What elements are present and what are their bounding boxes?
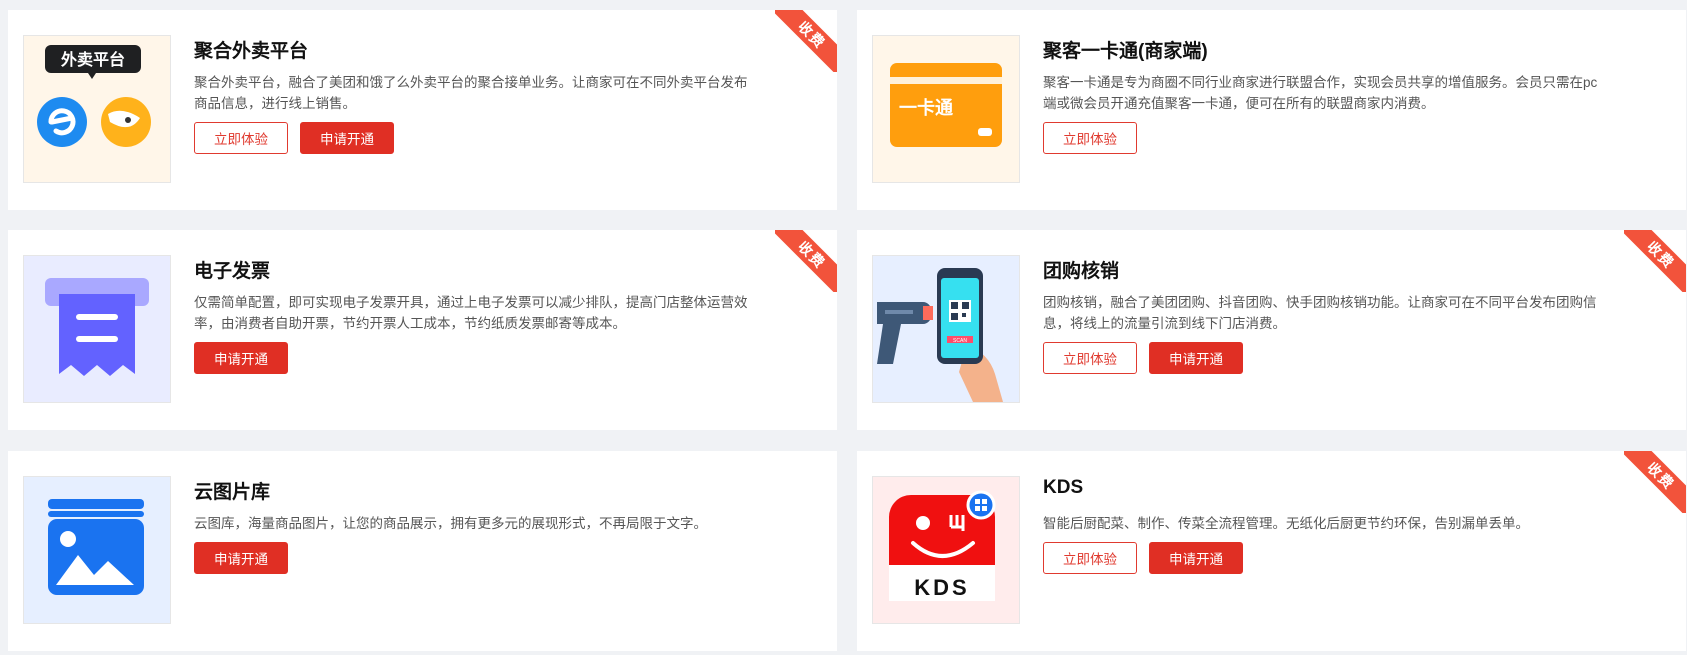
card-actions: 申请开通 (194, 342, 288, 374)
card-actions: 立即体验 申请开通 (1043, 542, 1243, 574)
scanner-phone-icon: SCAN (872, 255, 1020, 403)
kds-icon: KDS (872, 476, 1020, 624)
image-gallery-icon (23, 476, 171, 624)
kds-icon-text: KDS (914, 575, 969, 600)
service-card-e-invoice: 电子发票 仅需简单配置，即可实现电子发票开具，通过上电子发票可以减少排队，提高门… (8, 230, 837, 430)
card-actions: 立即体验 申请开通 (194, 122, 394, 154)
try-now-button[interactable]: 立即体验 (1043, 542, 1137, 574)
one-card-icon-text: 一卡通 (899, 97, 953, 118)
paid-badge: 收费 (775, 230, 837, 292)
takeout-icon-text: 外卖平台 (60, 50, 125, 69)
takeout-platform-icon: 外卖平台 (23, 35, 171, 183)
paid-badge: 收费 (1624, 451, 1686, 513)
paid-badge-label: 收费 (1624, 230, 1686, 292)
card-description: 聚合外卖平台，融合了美团和饿了么外卖平台的聚合接单业务。让商家可在不同外卖平台发… (194, 75, 748, 111)
card-actions: 申请开通 (194, 542, 288, 574)
card-actions: 立即体验 申请开通 (1043, 342, 1243, 374)
paid-badge: 收费 (775, 10, 837, 72)
one-card-icon: 一卡通 (872, 35, 1020, 183)
card-title: 云图片库 (194, 482, 271, 503)
paid-badge-label: 收费 (775, 10, 837, 72)
card-description: 团购核销，融合了美团团购、抖音团购、快手团购核销功能。让商家可在不同平台发布团购… (1043, 295, 1597, 331)
apply-button[interactable]: 申请开通 (300, 122, 394, 154)
apply-button[interactable]: 申请开通 (194, 542, 288, 574)
card-title: 聚合外卖平台 (194, 41, 309, 62)
invoice-icon (23, 255, 171, 403)
card-actions: 立即体验 (1043, 122, 1137, 154)
service-card-group-buy: SCAN 团购核销 团购核销，融合了美团团购、抖音团购、快手团购核销功能。让商家… (857, 230, 1686, 430)
card-description: 聚客一卡通是专为商圈不同行业商家进行联盟合作，实现会员共享的增值服务。会员只需在… (1043, 75, 1598, 111)
card-title: 团购核销 (1043, 261, 1120, 282)
apply-button[interactable]: 申请开通 (1149, 542, 1243, 574)
apply-button[interactable]: 申请开通 (1149, 342, 1243, 374)
service-card-kds: KDS KDS 智能后厨配菜、制作、传菜全流程管理。无纸化后厨更节约环保，告别漏… (857, 451, 1686, 651)
card-title: KDS (1043, 477, 1084, 498)
card-title: 电子发票 (194, 261, 271, 282)
card-description: 智能后厨配菜、制作、传菜全流程管理。无纸化后厨更节约环保，告别漏单丢单。 (1043, 516, 1529, 531)
try-now-button[interactable]: 立即体验 (1043, 122, 1137, 154)
paid-badge: 收费 (1624, 230, 1686, 292)
try-now-button[interactable]: 立即体验 (194, 122, 288, 154)
service-card-takeout: 外卖平台 聚合外卖平台 聚合外卖平台，融合了美团和饿了么外卖平台的聚合接单业务。… (8, 10, 837, 210)
scan-icon-text: SCAN (953, 338, 967, 344)
paid-badge-label: 收费 (775, 230, 837, 292)
apply-button[interactable]: 申请开通 (194, 342, 288, 374)
service-card-one-card: 一卡通 聚客一卡通(商家端) 聚客一卡通是专为商圈不同行业商家进行联盟合作，实现… (857, 10, 1686, 210)
try-now-button[interactable]: 立即体验 (1043, 342, 1137, 374)
service-card-cloud-gallery: 云图片库 云图库，海量商品图片，让您的商品展示，拥有更多元的展现形式，不再局限于… (8, 451, 837, 651)
paid-badge-label: 收费 (1624, 451, 1686, 513)
card-title: 聚客一卡通(商家端) (1043, 41, 1208, 62)
card-description: 云图库，海量商品图片，让您的商品展示，拥有更多元的展现形式，不再局限于文字。 (194, 516, 707, 531)
card-description: 仅需简单配置，即可实现电子发票开具，通过上电子发票可以减少排队，提高门店整体运营… (194, 295, 748, 331)
